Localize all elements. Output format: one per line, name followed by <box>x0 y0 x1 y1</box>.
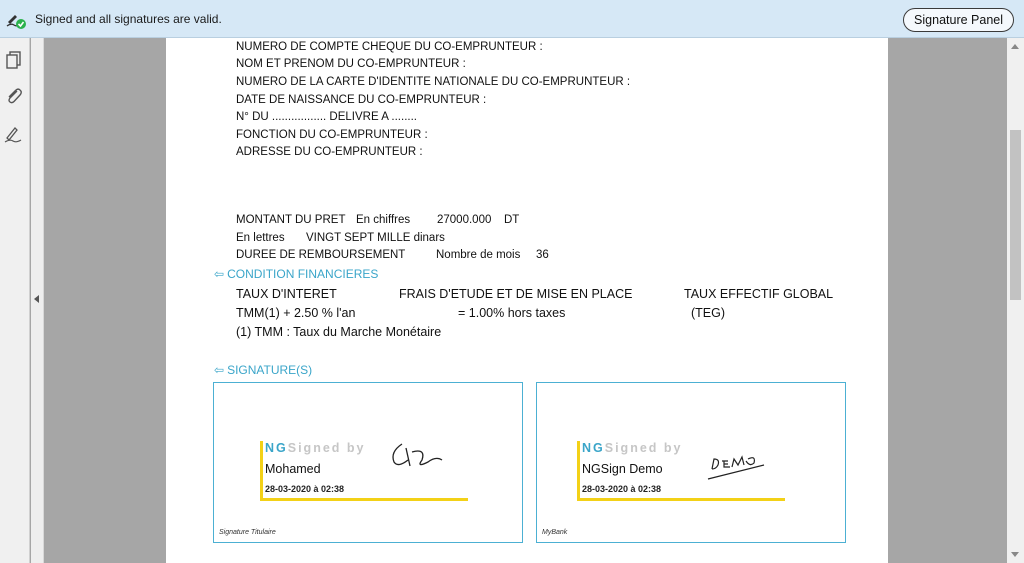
tmm-footnote: (1) TMM : Taux du Marche Monétaire <box>236 325 442 339</box>
loan-amount-label: MONTANT DU PRET <box>236 214 346 226</box>
ngsign-stamp-title: NGSigned by <box>582 441 683 455</box>
study-fees-value: = 1.00% hors taxes <box>458 306 566 320</box>
ngsign-stamp-title: NGSigned by <box>265 441 366 455</box>
financial-conditions-heading: ⇦ CONDITION FINANCIERES <box>214 267 378 281</box>
signer-name: NGSign Demo <box>582 462 663 476</box>
stamp-bottom-bar <box>260 498 468 501</box>
in-words-label: En lettres <box>236 232 285 244</box>
teg-value: (TEG) <box>691 306 726 320</box>
stamp-bottom-bar <box>577 498 785 501</box>
signatures-heading: ⇦ SIGNATURE(S) <box>214 363 312 377</box>
signature-date: 28-03-2020 à 02:38 <box>582 484 662 494</box>
signature-pen-icon[interactable] <box>3 123 25 145</box>
signature-status-message: Signed and all signatures are valid. <box>35 12 222 26</box>
signer-name: Mohamed <box>265 462 321 476</box>
financial-values-row: TMM(1) + 2.50 % l'an = 1.00% hors taxes … <box>236 306 856 324</box>
duration-label: DUREE DE REMBOURSEMENT <box>236 249 406 261</box>
coborrower-address-label: ADRESSE DU CO-EMPRUNTEUR : <box>236 146 423 158</box>
loan-amount-row: MONTANT DU PRET En chiffres 27000.000 DT <box>236 214 636 230</box>
scroll-down-arrow-icon[interactable] <box>1011 552 1019 557</box>
signature-status-bar: Signed and all signatures are valid. Sig… <box>0 0 1024 38</box>
signature-date: 28-03-2020 à 02:38 <box>265 484 345 494</box>
handwritten-signature-scribble <box>392 443 443 467</box>
in-figures-label: En chiffres <box>356 214 411 226</box>
section-arrow-icon: ⇦ <box>214 267 225 281</box>
side-panel-collapse-strip <box>31 38 44 563</box>
loan-amount-words: VINGT SEPT MILLE dinars <box>306 232 445 244</box>
currency-label: DT <box>504 214 520 226</box>
scrollbar-thumb[interactable] <box>1010 130 1021 300</box>
interest-rate-header: TAUX D'INTERET <box>236 287 337 301</box>
signature-caption: MyBank <box>542 529 568 536</box>
signature-caption: Signature Titulaire <box>219 529 276 536</box>
coborrower-issued-label: N° DU ................. DELIVRE A ......… <box>236 111 417 123</box>
scroll-up-arrow-icon[interactable] <box>1011 44 1019 49</box>
interest-rate-value: TMM(1) + 2.50 % l'an <box>236 306 356 320</box>
financial-conditions-title: CONDITION FINANCIERES <box>227 267 379 281</box>
coborrower-function-label: FONCTION DU CO-EMPRUNTEUR : <box>236 129 428 141</box>
study-fees-header: FRAIS D'ETUDE ET DE MISE EN PLACE <box>399 287 633 301</box>
coborrower-account-label: NUMERO DE COMPTE CHEQUE DU CO-EMPRUNTEUR… <box>236 41 543 53</box>
loan-amount-value: 27000.000 <box>437 214 492 226</box>
financial-headers-row: TAUX D'INTERET FRAIS D'ETUDE ET DE MISE … <box>236 287 856 305</box>
signature-valid-icon <box>6 10 26 30</box>
stamp-left-bar <box>577 441 580 501</box>
section-arrow-icon: ⇦ <box>214 363 225 377</box>
signature-box-titulaire[interactable]: NGSigned by Mohamed 28-03-2020 à 02:38 S… <box>213 382 523 543</box>
vertical-scrollbar[interactable] <box>1007 38 1024 563</box>
signatures-title: SIGNATURE(S) <box>227 363 313 377</box>
left-navigation-rail <box>0 38 30 563</box>
signature-box-mybank[interactable]: NGSigned by NGSign Demo 28-03-2020 à 02:… <box>536 382 846 543</box>
collapse-arrow-icon[interactable] <box>34 295 39 303</box>
loan-words-row: En lettres VINGT SEPT MILLE dinars <box>236 232 636 248</box>
loan-duration-row: DUREE DE REMBOURSEMENT Nombre de mois 36 <box>236 249 636 265</box>
signature-panel-button[interactable]: Signature Panel <box>903 8 1014 32</box>
coborrower-birthdate-label: DATE DE NAISSANCE DU CO-EMPRUNTEUR : <box>236 94 487 106</box>
paperclip-icon[interactable] <box>3 85 25 107</box>
stamp-left-bar <box>260 441 263 501</box>
handwritten-signature-scribble <box>707 455 765 480</box>
months-value: 36 <box>536 249 549 261</box>
months-label: Nombre de mois <box>436 249 521 261</box>
document-page: NUMERO DE COMPTE CHEQUE DU CO-EMPRUNTEUR… <box>166 38 888 563</box>
teg-header: TAUX EFFECTIF GLOBAL <box>684 287 834 301</box>
coborrower-id-card-label: NUMERO DE LA CARTE D'IDENTITE NATIONALE … <box>236 76 631 88</box>
coborrower-name-label: NOM ET PRENOM DU CO-EMPRUNTEUR : <box>236 58 466 70</box>
pages-icon[interactable] <box>3 49 25 71</box>
